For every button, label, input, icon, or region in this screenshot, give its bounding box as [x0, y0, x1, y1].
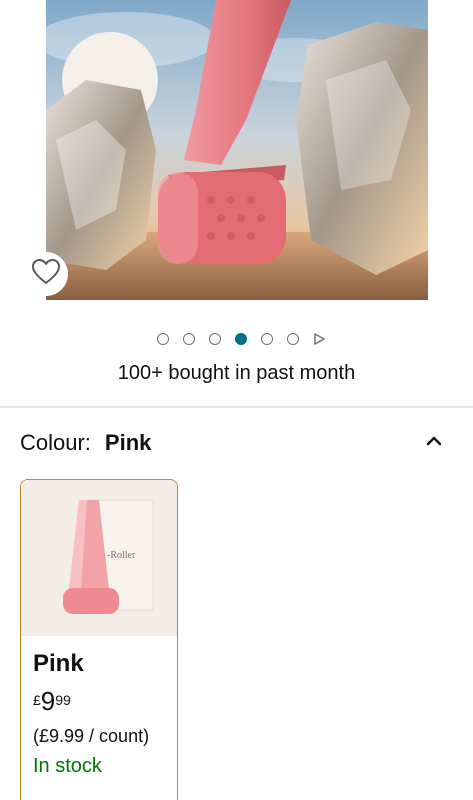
image-pagination — [0, 330, 473, 348]
availability-status: In stock — [33, 755, 102, 777]
colour-selector-header[interactable]: Colour: Pink — [20, 428, 453, 458]
unit-price: (£9.99 / count) — [33, 726, 150, 746]
section-divider — [0, 406, 473, 408]
pagination-dot[interactable] — [156, 333, 169, 345]
pagination-dot-active[interactable] — [234, 333, 247, 345]
svg-text:-Roller: -Roller — [107, 550, 136, 561]
pagination-dot[interactable] — [182, 333, 195, 345]
chevron-up-icon[interactable] — [423, 430, 445, 452]
play-triangle-icon[interactable] — [313, 333, 325, 345]
price-symbol: £ — [33, 692, 41, 708]
price-fraction: 99 — [55, 692, 71, 708]
swatch-name: Pink — [33, 650, 84, 677]
pagination-dot[interactable] — [208, 333, 221, 345]
bought-in-past-month: 100+ bought in past month — [117, 362, 356, 384]
price-whole: 9 — [40, 686, 56, 716]
colour-swatch-pink[interactable]: -Roller Pink £ 9 99 (£9.99 / count) In s… — [20, 479, 178, 800]
colour-selected-value: Pink — [104, 430, 152, 455]
swatch-thumbnail: -Roller — [21, 480, 177, 636]
heart-outline-icon — [31, 258, 61, 290]
product-image-gallery[interactable] — [0, 0, 473, 310]
swatch-price: £ 9 99 — [33, 688, 165, 714]
pagination-dot[interactable] — [286, 333, 299, 345]
pagination-dot[interactable] — [260, 333, 273, 345]
product-main-image[interactable] — [46, 0, 428, 300]
colour-label: Colour: — [20, 430, 91, 455]
wishlist-button[interactable] — [24, 252, 68, 296]
